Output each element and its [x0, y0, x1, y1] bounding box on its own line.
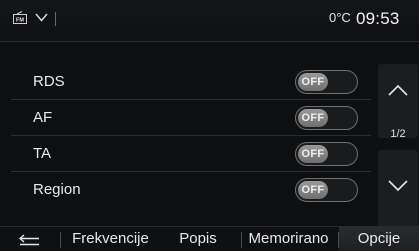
- toggle-state: OFF: [298, 145, 328, 163]
- option-row-ta[interactable]: TA OFF: [11, 136, 371, 172]
- tab-popis[interactable]: Popis: [163, 227, 233, 251]
- chevron-up-icon: [388, 84, 408, 96]
- tab-frekvencije[interactable]: Frekvencije: [61, 227, 160, 251]
- ta-toggle[interactable]: OFF: [295, 142, 358, 166]
- divider: [55, 12, 56, 26]
- option-row-region[interactable]: Region OFF: [11, 172, 371, 208]
- option-label: RDS: [33, 73, 65, 90]
- tab-opcije[interactable]: Opcije: [339, 227, 419, 251]
- option-row-rds[interactable]: RDS OFF: [11, 64, 371, 100]
- toggle-state: OFF: [298, 181, 328, 199]
- scroll-down-button[interactable]: [378, 150, 418, 228]
- rds-toggle[interactable]: OFF: [295, 70, 358, 94]
- fm-radio-icon[interactable]: FM: [13, 11, 27, 25]
- temperature: 0°C: [329, 10, 351, 25]
- option-label: TA: [33, 145, 52, 162]
- chevron-down-icon[interactable]: [35, 13, 48, 22]
- option-label: Region: [33, 181, 81, 198]
- toggle-state: OFF: [298, 109, 328, 127]
- page-indicator: 1/2: [390, 128, 406, 140]
- svg-text:FM: FM: [16, 18, 24, 24]
- toggle-state: OFF: [298, 73, 328, 91]
- back-arrow-icon[interactable]: [19, 234, 41, 246]
- scroll-up-button[interactable]: [378, 64, 418, 138]
- app-screen: FM 0°C 09:53 RDS OFF AF OFF TA OFF Regio…: [0, 0, 419, 251]
- bottom-tab-bar: Frekvencije Popis Memorirano Opcije: [0, 226, 419, 251]
- chevron-down-icon: [388, 180, 408, 192]
- status-bar: FM 0°C 09:53: [0, 0, 419, 42]
- tab-memorirano[interactable]: Memorirano: [242, 227, 335, 251]
- region-toggle[interactable]: OFF: [295, 178, 358, 202]
- option-row-af[interactable]: AF OFF: [11, 100, 371, 136]
- option-label: AF: [33, 109, 53, 126]
- clock: 09:53: [356, 9, 400, 28]
- af-toggle[interactable]: OFF: [295, 106, 358, 130]
